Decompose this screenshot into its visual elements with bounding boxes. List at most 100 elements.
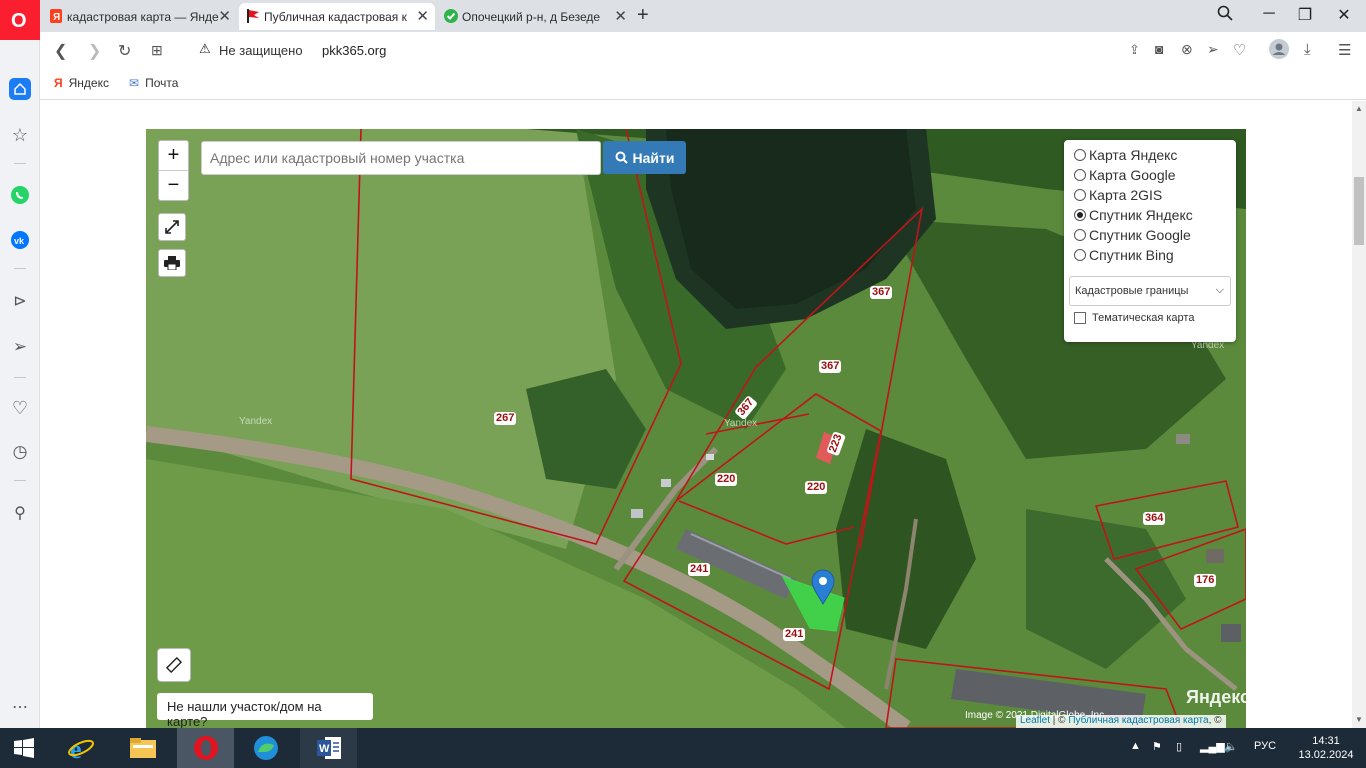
radio-button[interactable]: [1074, 249, 1086, 261]
fullscreen-button[interactable]: [158, 213, 186, 241]
flag-tray-icon[interactable]: ⚑: [1152, 740, 1162, 753]
word-icon[interactable]: W: [300, 728, 357, 768]
find-button-label: Найти: [632, 149, 675, 166]
share-icon[interactable]: ⇪: [1129, 42, 1140, 58]
parcel-label[interactable]: 220: [805, 481, 828, 494]
location-marker-icon[interactable]: [811, 569, 835, 610]
battery-icon[interactable]: ▯: [1176, 740, 1182, 753]
close-tab-icon[interactable]: ✕: [416, 7, 429, 25]
file-explorer-icon[interactable]: [120, 728, 166, 768]
radio-button[interactable]: [1074, 189, 1086, 201]
send-icon[interactable]: ➢: [1207, 41, 1219, 58]
zoom-in-button[interactable]: +: [159, 141, 188, 171]
page-scrollbar[interactable]: ▲ ▼: [1352, 101, 1366, 728]
internet-explorer-icon[interactable]: e: [58, 728, 104, 768]
tab-yandex-search[interactable]: Я кадастровая карта — Янде ✕: [42, 3, 237, 30]
home-icon[interactable]: [9, 78, 31, 100]
whatsapp-icon[interactable]: [9, 184, 31, 206]
parcel-label[interactable]: 267: [494, 412, 517, 425]
more-icon[interactable]: ⋯: [9, 696, 31, 718]
find-button[interactable]: Найти: [603, 141, 686, 174]
maximize-icon[interactable]: ❐: [1294, 5, 1316, 25]
measure-button[interactable]: [157, 648, 191, 682]
parcel-label[interactable]: 367: [870, 286, 893, 299]
adblock-icon[interactable]: ⊗: [1181, 41, 1193, 58]
language-indicator[interactable]: РУС: [1254, 740, 1276, 752]
history-icon[interactable]: ◷: [9, 441, 31, 463]
layer-google-satellite[interactable]: Спутник Google: [1074, 226, 1191, 244]
url-field[interactable]: pkk365.org: [322, 43, 386, 58]
system-clock[interactable]: 14:31 13.02.2024: [1298, 734, 1354, 762]
layer-google-map[interactable]: Карта Google: [1074, 166, 1176, 184]
new-tab-button[interactable]: +: [637, 4, 649, 27]
parcel-label[interactable]: 220: [715, 473, 738, 486]
opera-taskbar-icon[interactable]: [177, 728, 234, 768]
close-window-icon[interactable]: ✕: [1333, 5, 1355, 25]
scroll-thumb[interactable]: [1354, 177, 1364, 245]
tray-expand-icon[interactable]: ▲: [1130, 740, 1141, 752]
radio-button-selected[interactable]: [1074, 209, 1086, 221]
layer-yandex-satellite[interactable]: Спутник Яндекс: [1074, 206, 1193, 224]
yandex-icon: Я: [49, 9, 63, 23]
bookmarks-bar: Я Яндекс ✉ Почта: [40, 68, 1366, 100]
reload-icon[interactable]: ↻: [118, 41, 131, 61]
bookmark-mail[interactable]: ✉ Почта: [129, 76, 178, 90]
tab-title: Публичная кадастровая к: [264, 10, 407, 24]
lightbulb-icon[interactable]: ⚲: [9, 502, 31, 524]
radio-button[interactable]: [1074, 169, 1086, 181]
thematic-map-toggle[interactable]: Тематическая карта: [1074, 312, 1194, 324]
close-tab-icon[interactable]: ✕: [614, 7, 627, 25]
layer-bing-satellite[interactable]: Спутник Bing: [1074, 246, 1174, 264]
cadastral-map[interactable]: 367 367 367 267 223 220 220 241 241 364 …: [146, 129, 1246, 728]
player-icon[interactable]: ⊳: [9, 290, 31, 312]
address-search-input[interactable]: [201, 141, 601, 175]
profile-avatar[interactable]: [1269, 39, 1289, 64]
tab-opochka[interactable]: Опочецкий р-н, д Безеде ✕: [437, 3, 633, 30]
send-icon[interactable]: ➢: [9, 336, 31, 358]
minimize-icon[interactable]: ─: [1258, 5, 1280, 23]
heart-icon[interactable]: ♡: [1233, 41, 1246, 59]
menu-icon[interactable]: ☰: [1338, 41, 1351, 59]
parcel-label[interactable]: 176: [1194, 574, 1217, 587]
vk-icon[interactable]: vk: [9, 229, 31, 251]
download-icon[interactable]: ⤓: [1304, 41, 1311, 58]
close-tab-icon[interactable]: ✕: [218, 7, 231, 25]
camera-icon[interactable]: ◙: [1155, 41, 1163, 57]
back-icon[interactable]: ❮: [54, 41, 67, 61]
heart-icon[interactable]: ♡: [9, 397, 31, 419]
edge-icon[interactable]: [242, 728, 290, 768]
parcel-label[interactable]: 364: [1143, 512, 1166, 525]
tabs-grid-icon[interactable]: ⊞: [151, 42, 163, 59]
checkbox[interactable]: [1074, 312, 1086, 324]
tab-pkk[interactable]: Публичная кадастровая к ✕: [239, 3, 435, 30]
thematic-map-label: Тематическая карта: [1092, 312, 1195, 324]
pkk-link[interactable]: Публичная кадастровая карта: [1068, 715, 1208, 726]
radio-button[interactable]: [1074, 149, 1086, 161]
forward-icon[interactable]: ❯: [88, 41, 101, 61]
print-button[interactable]: [158, 249, 186, 277]
search-tabs-icon[interactable]: [1214, 5, 1236, 26]
flag-icon: [246, 9, 260, 23]
sidebar-divider: [14, 163, 26, 164]
parcel-label[interactable]: 241: [688, 563, 711, 576]
layer-yandex-map[interactable]: Карта Яндекс: [1074, 146, 1177, 164]
security-label[interactable]: Не защищено: [219, 43, 303, 58]
windows-start-icon[interactable]: [0, 728, 48, 768]
opera-logo[interactable]: O: [0, 0, 40, 40]
overlay-select[interactable]: Кадастровые границы ⌵: [1069, 276, 1231, 306]
not-found-button[interactable]: Не нашли участок/дом на карте?: [157, 693, 373, 728]
parcel-label[interactable]: 241: [783, 628, 806, 641]
layer-switcher: Карта Яндекс Карта Google Карта 2GIS Спу…: [1064, 140, 1236, 342]
leaflet-link[interactable]: Leaflet: [1020, 715, 1050, 726]
layer-2gis-map[interactable]: Карта 2GIS: [1074, 186, 1162, 204]
tab-bar: Я кадастровая карта — Янде ✕ Публичная к…: [0, 0, 1366, 32]
volume-icon[interactable]: 🔈: [1224, 740, 1238, 753]
scroll-up-icon[interactable]: ▲: [1355, 104, 1363, 113]
zoom-out-button[interactable]: −: [159, 171, 188, 201]
network-signal-icon[interactable]: ▂▄▆: [1200, 740, 1225, 753]
radio-button[interactable]: [1074, 229, 1086, 241]
scroll-down-icon[interactable]: ▼: [1355, 715, 1363, 724]
star-icon[interactable]: ☆: [9, 124, 31, 146]
bookmark-yandex[interactable]: Я Яндекс: [54, 76, 109, 90]
parcel-label[interactable]: 367: [819, 360, 842, 373]
